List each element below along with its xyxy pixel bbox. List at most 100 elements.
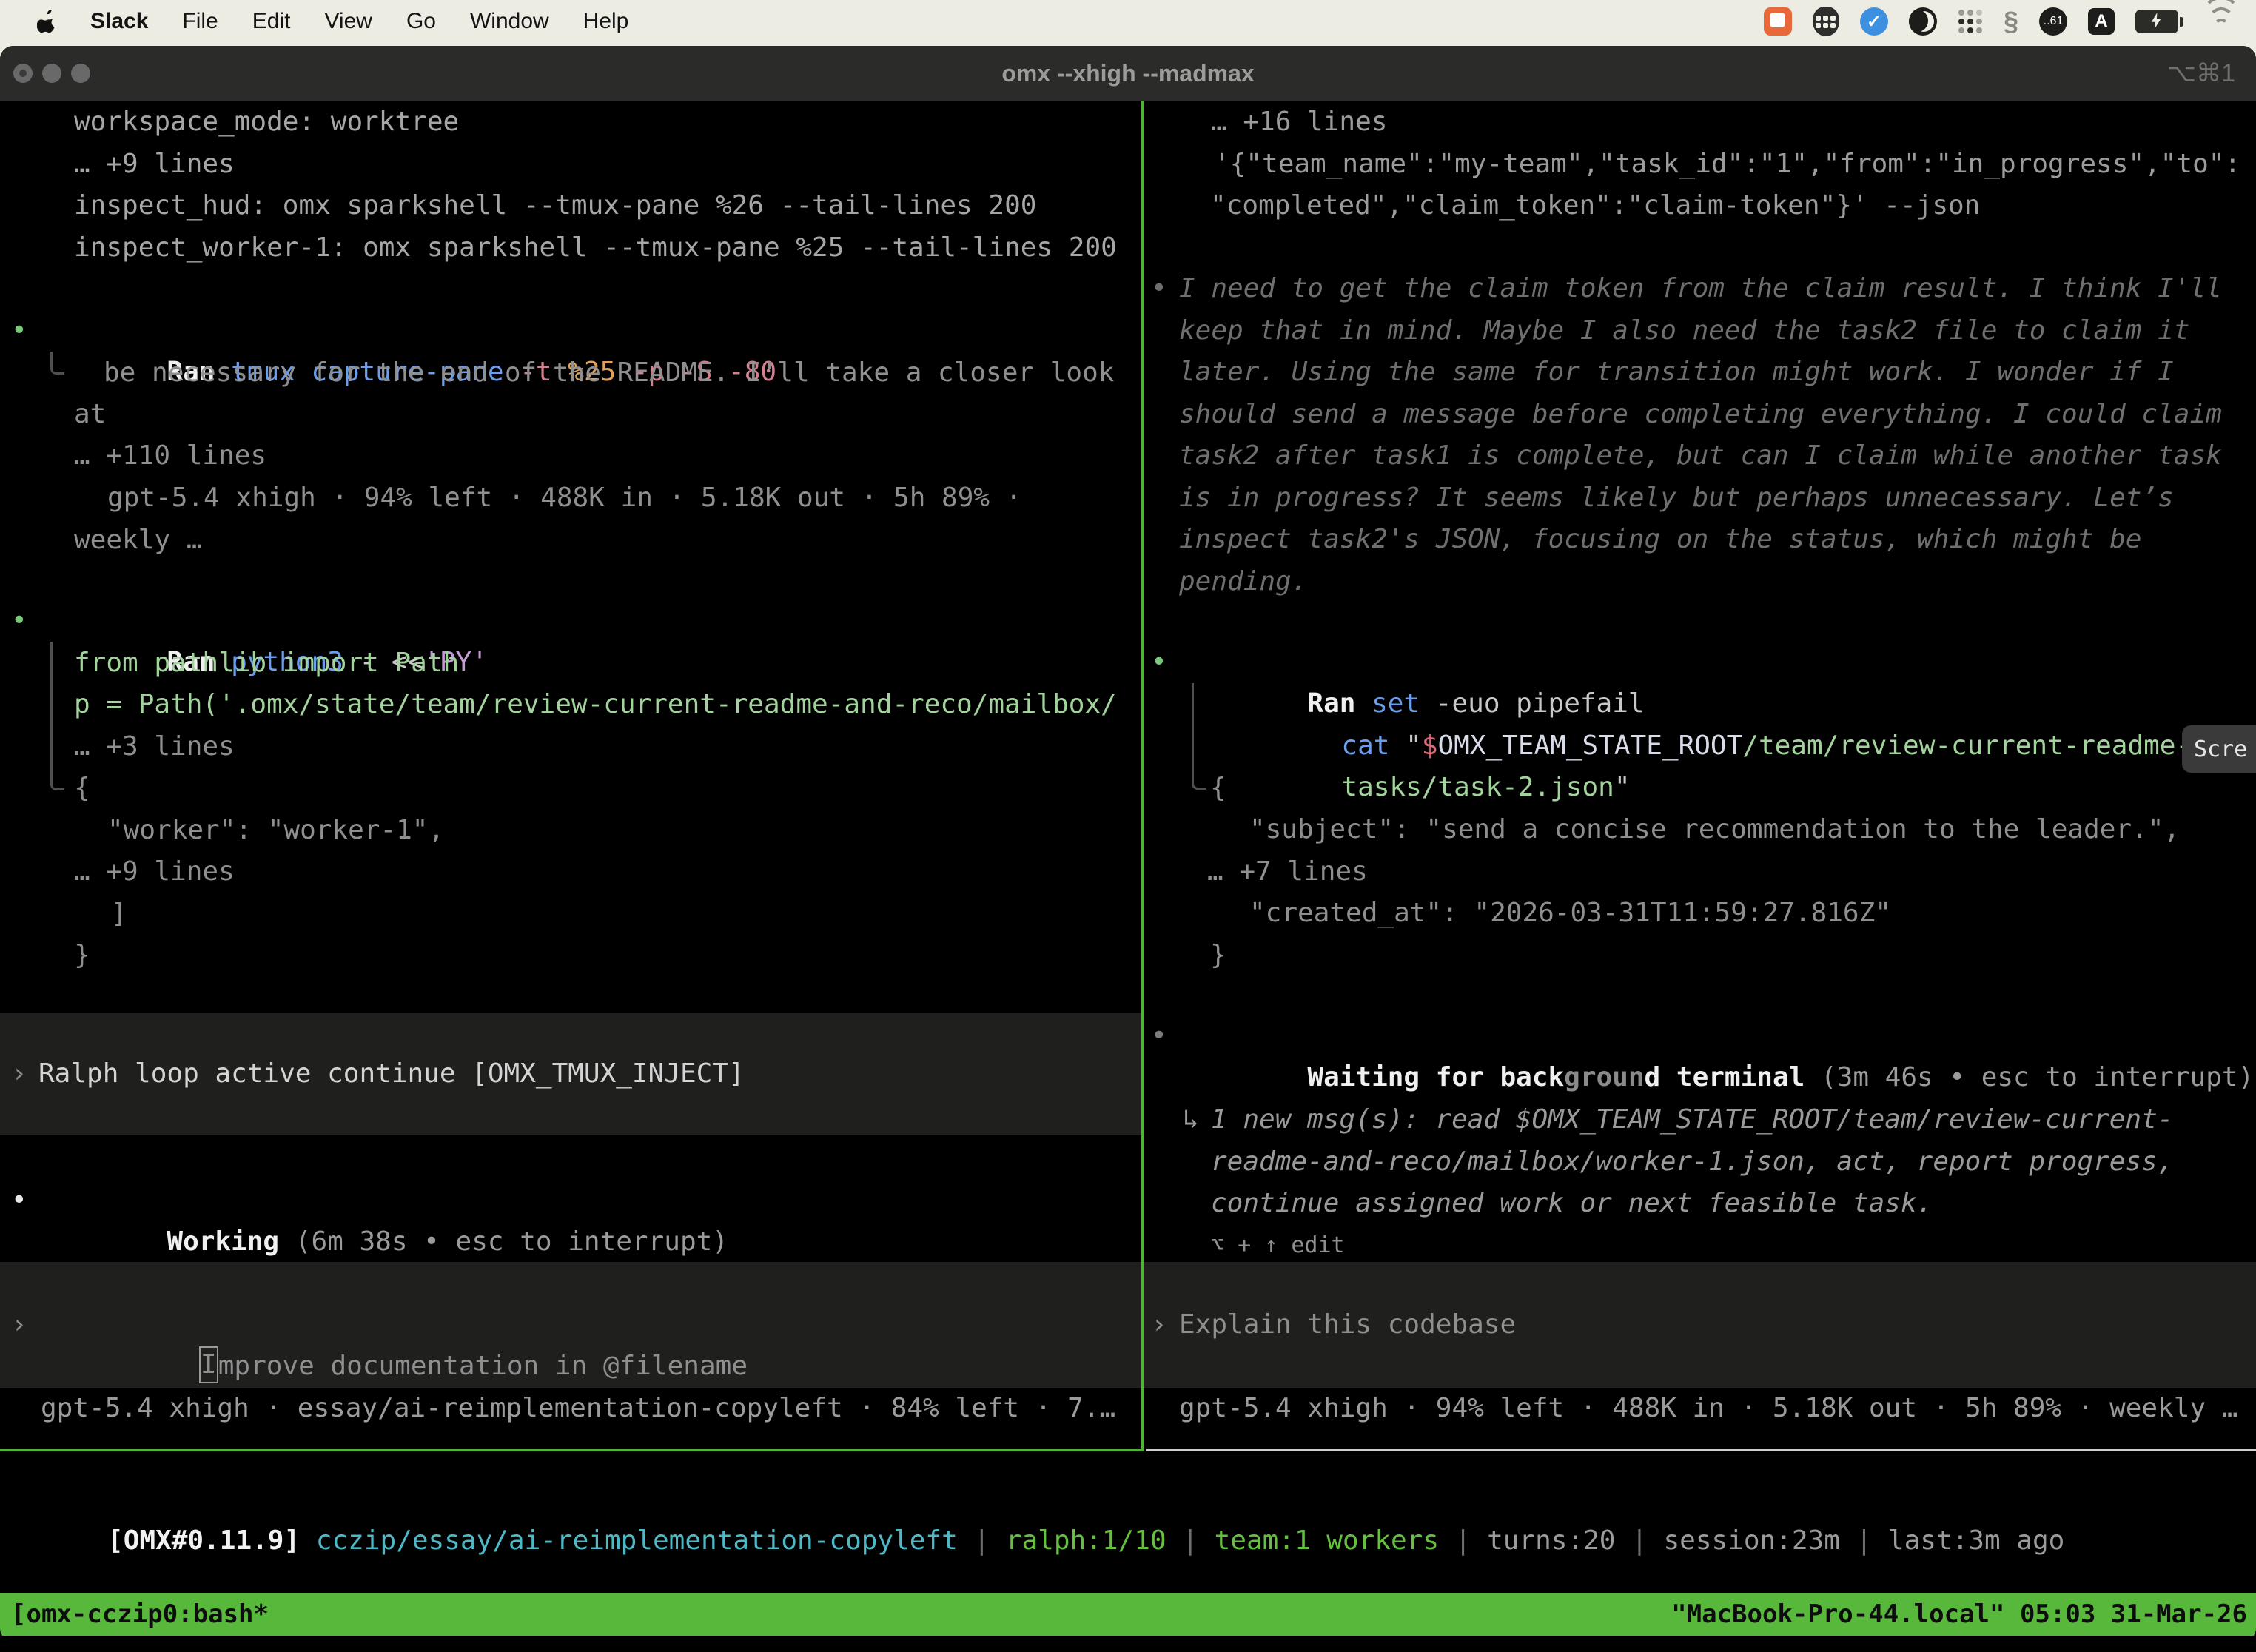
window-title-bar[interactable]: omx --xhigh --madmax ⌥⌘1 xyxy=(0,46,2256,101)
left-pane-border xyxy=(0,1449,1144,1451)
output-line: workspace_mode: worktree xyxy=(74,101,459,143)
output-line: be necessary for the end of the README. … xyxy=(104,352,1114,394)
chevron-icon: › xyxy=(11,1304,27,1346)
output-line: "completed","claim_token":"claim-token"}… xyxy=(1210,185,1980,226)
battery-charging-icon[interactable] xyxy=(2135,7,2183,36)
thinking-line: task2 after task1 is complete, but can I… xyxy=(1179,435,2222,477)
tmux-session-name: [omx-cczip0:bash* xyxy=(0,1599,1671,1629)
dots-grid-icon[interactable] xyxy=(1958,7,1983,36)
code-line: tasks/task-2.json" xyxy=(1213,725,1631,767)
output-line: "subject": "send a concise recommendatio… xyxy=(1249,809,2180,850)
omx-session: session:23m xyxy=(1663,1525,1839,1556)
menu-item-go[interactable]: Go xyxy=(406,9,436,34)
output-line: … +16 lines xyxy=(1211,101,1387,143)
edit-hint: ⌥ + ↑ edit xyxy=(1211,1225,1345,1266)
command-line: Ran set -euo pipefail xyxy=(1179,642,1645,683)
omx-version: [OMX#0.11.9] xyxy=(107,1525,300,1556)
blue-badge-icon[interactable]: ✓ xyxy=(1860,7,1888,36)
model-status-line: gpt-5.4 xhigh · essay/ai-reimplementatio… xyxy=(41,1388,1115,1429)
chevron-icon: › xyxy=(1151,1304,1167,1346)
wifi-icon[interactable] xyxy=(2204,7,2238,36)
bullet-icon: • xyxy=(11,310,27,352)
bullet-icon: • xyxy=(1151,1015,1167,1057)
output-line: { xyxy=(74,768,90,809)
reply-arrow-icon: ↳ xyxy=(1183,1099,1199,1141)
menu-item-edit[interactable]: Edit xyxy=(252,9,291,34)
thinking-line: should send a message before completing … xyxy=(1179,394,2222,435)
thinking-line: later. Using the same for transition mig… xyxy=(1179,352,2174,393)
window-shortcut-badge: ⌥⌘1 xyxy=(2167,46,2235,101)
mailbox-line: continue assigned work or next feasible … xyxy=(1211,1183,1933,1224)
output-line: } xyxy=(1210,935,1226,976)
text-cursor: I xyxy=(199,1346,218,1383)
crescent-app-icon[interactable] xyxy=(1909,7,1937,36)
input-placeholder: Explain this codebase xyxy=(1179,1304,1516,1346)
omx-project: cczip/essay/ai-reimplementation-copyleft xyxy=(316,1525,958,1556)
code-line: cat "$OMX_TEAM_STATE_ROOT/team/review-cu… xyxy=(1213,684,2256,725)
omx-team: team:1 workers xyxy=(1215,1525,1439,1556)
output-guide-line xyxy=(1192,683,1206,790)
window-title: omx --xhigh --madmax xyxy=(0,46,2256,101)
output-line: } xyxy=(74,935,90,976)
chat-app-icon[interactable] xyxy=(1764,7,1792,36)
battery-badge-icon[interactable]: ..61 xyxy=(2039,7,2067,36)
command-line: Ran python3 - <<'PY' xyxy=(38,600,488,642)
waiting-status: Waiting for background terminal (3m 46s … xyxy=(1179,1015,2254,1057)
output-line: … +3 lines xyxy=(74,726,235,768)
input-source-icon[interactable]: A xyxy=(2088,7,2115,36)
apple-menu-icon[interactable] xyxy=(37,7,56,36)
code-line: p = Path('.omx/state/team/review-current… xyxy=(74,684,1117,725)
output-line: at xyxy=(74,394,106,435)
command-line: Ran tmux capture-pane -t %25 -p -S -80 xyxy=(38,310,776,352)
keyboard-shield-icon[interactable] xyxy=(1813,7,1839,36)
omx-turns: turns:20 xyxy=(1487,1525,1615,1556)
thinking-line: inspect task2's JSON, focusing on the st… xyxy=(1179,519,2141,560)
right-pane[interactable]: … +16 lines '{"team_name":"my-team","tas… xyxy=(1144,101,2256,1451)
thinking-line: pending. xyxy=(1179,561,1307,602)
output-line: "created_at": "2026-03-31T11:59:27.816Z" xyxy=(1249,893,1891,934)
output-line: … +9 lines xyxy=(74,144,235,185)
squiggle-icon[interactable]: § xyxy=(2004,7,2018,36)
menu-item-help[interactable]: Help xyxy=(583,9,629,34)
menu-item-view[interactable]: View xyxy=(324,9,372,34)
shimmer-text: groun xyxy=(1564,1062,1644,1092)
prompt-input[interactable]: › Explain this codebase xyxy=(1144,1262,2256,1388)
code-line: from pathlib import Path xyxy=(74,642,459,684)
left-pane[interactable]: workspace_mode: worktree … +9 lines insp… xyxy=(0,101,1141,1451)
thinking-line: is in progress? It seems likely but perh… xyxy=(1179,477,2174,519)
output-line: inspect_worker-1: omx sparkshell --tmux-… xyxy=(74,227,1117,269)
mailbox-line: 1 new msg(s): read $OMX_TEAM_STATE_ROOT/… xyxy=(1211,1099,2173,1141)
output-line: "worker": "worker-1", xyxy=(107,810,444,851)
right-pane-border xyxy=(1146,1449,2256,1451)
omx-last: last:3m ago xyxy=(1888,1525,2064,1556)
omx-status-line: [OMX#0.11.9] cczip/essay/ai-reimplementa… xyxy=(11,1479,2064,1520)
output-line: … +9 lines xyxy=(74,851,235,893)
output-line: ] xyxy=(111,893,127,935)
thinking-line: keep that in mind. Maybe I also need the… xyxy=(1179,310,2189,352)
output-guide-line xyxy=(50,642,64,790)
output-guide-line xyxy=(50,352,64,375)
input-placeholder: Improve documentation in @filename xyxy=(38,1304,748,1346)
output-line: '{"team_name":"my-team","task_id":"1","f… xyxy=(1214,144,2240,185)
notice-text: Ralph loop active continue [OMX_TMUX_INJ… xyxy=(38,1053,745,1095)
screen-tooltip: Scre xyxy=(2182,725,2256,773)
output-line: weekly … xyxy=(74,520,202,561)
terminal-window: omx --xhigh --madmax ⌥⌘1 workspace_mode:… xyxy=(0,46,2256,1642)
mailbox-line: readme-and-reco/mailbox/worker-1.json, a… xyxy=(1211,1141,2173,1183)
terminal-content: workspace_mode: worktree … +9 lines insp… xyxy=(0,101,2256,1642)
output-line: { xyxy=(1210,768,1226,809)
working-status: Working (6m 38s • esc to interrupt) xyxy=(38,1180,728,1221)
omx-ralph: ralph:1/10 xyxy=(1006,1525,1166,1556)
bullet-icon: • xyxy=(1151,268,1167,309)
model-status-line: gpt-5.4 xhigh · 94% left · 488K in · 5.1… xyxy=(1179,1388,2237,1429)
thinking-line: I need to get the claim token from the c… xyxy=(1179,268,2222,309)
prompt-input[interactable]: › Improve documentation in @filename xyxy=(0,1262,1141,1388)
menu-item-file[interactable]: File xyxy=(182,9,218,34)
tmux-host-clock: "MacBook-Pro-44.local" 05:03 31-Mar-26 xyxy=(1671,1599,2256,1629)
bullet-icon: • xyxy=(1151,642,1167,683)
menu-app-name[interactable]: Slack xyxy=(90,9,148,34)
menu-bar: Slack File Edit View Go Window Help ✓ § … xyxy=(0,0,2256,43)
bullet-icon: • xyxy=(11,1180,27,1221)
menu-item-window[interactable]: Window xyxy=(470,9,549,34)
output-line: inspect_hud: omx sparkshell --tmux-pane … xyxy=(74,185,1036,226)
